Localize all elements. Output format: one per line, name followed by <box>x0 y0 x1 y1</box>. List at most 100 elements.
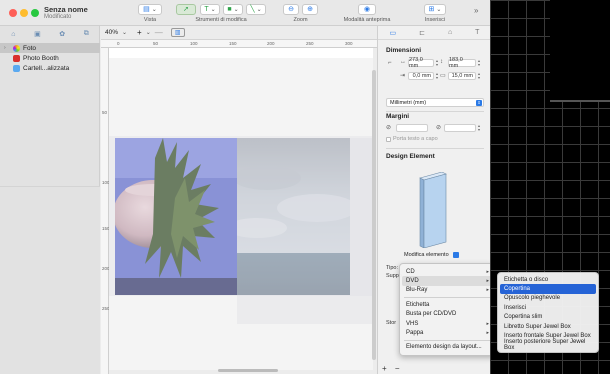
divider <box>386 111 484 112</box>
document-icon[interactable]: ▭ <box>389 29 396 37</box>
vertical-scrollbar[interactable] <box>372 70 376 360</box>
design-element-heading: Design Element <box>386 153 435 160</box>
position-x-icon: ⇥ <box>400 73 406 79</box>
sidebar-list: › Foto Photo Booth Cartell...alizzata <box>0 43 100 73</box>
sidebar-item-foto[interactable]: › Foto <box>0 43 100 53</box>
sidebar-tabs: ⌂ ▣ ✿ ⧉ <box>2 28 98 40</box>
text-icon[interactable]: T <box>475 29 479 36</box>
menu-item-cd[interactable]: CD ▸ <box>402 267 490 276</box>
minimize-window-button[interactable] <box>20 9 28 17</box>
add-page-icon[interactable]: + <box>137 28 142 37</box>
zoom-out-button[interactable]: ⊖ <box>283 4 299 15</box>
zoom-in-button[interactable]: ⊕ <box>302 4 318 15</box>
margin-field-2[interactable] <box>444 124 476 132</box>
select-tool-button[interactable]: ➚ <box>176 4 196 15</box>
toolbar: Senza nome Modificato ▤ ⌄ Vista ➚ T ⌄ ■ … <box>0 0 490 26</box>
chevron-down-icon: ⌄ <box>151 6 157 13</box>
close-window-button[interactable] <box>9 9 17 17</box>
submenu-item-insert[interactable]: Inserisci <box>500 303 596 312</box>
document-title: Senza nome <box>44 5 88 14</box>
add-icon[interactable]: + <box>382 364 387 373</box>
element-overlay <box>237 138 373 324</box>
chevron-right-icon: ▸ <box>486 268 489 275</box>
photos-icon <box>13 44 20 52</box>
element-type-menu: CD ▸ DVD ▸ Blu-Ray ▸ Etichetta Busta per CD… <box>399 263 490 357</box>
units-select[interactable]: Millimetri (mm) ⇕ <box>386 98 484 107</box>
edit-element-checkbox[interactable] <box>452 252 459 258</box>
sidebar-item-label: Photo Booth <box>23 54 59 62</box>
width-icon: ↔ <box>400 59 406 65</box>
submenu-item-folded-booklet[interactable]: Opuscolo pieghevole <box>500 294 596 303</box>
menu-item-etichetta[interactable]: Etichetta <box>402 300 490 309</box>
zoom-level[interactable]: 40% <box>105 29 118 36</box>
lock-icon[interactable]: ⌐ <box>388 60 392 66</box>
height-stepper[interactable]: ▴ ▾ <box>477 59 481 67</box>
zoom-out-icon: ⊖ <box>288 6 294 13</box>
margin-field-1[interactable] <box>396 124 428 132</box>
view-label: Vista <box>143 17 157 23</box>
preview-mode-button[interactable]: ◉ <box>358 4 376 15</box>
sidebar-view-icon: ▤ <box>143 6 150 13</box>
margin-stepper[interactable]: ▴ ▾ <box>477 124 481 132</box>
chevron-right-icon[interactable]: › <box>4 45 10 51</box>
insert-button[interactable]: ⊞ ⌄ <box>424 4 446 15</box>
app-window: Senza nome Modificato ▤ ⌄ Vista ➚ T ⌄ ■ … <box>0 0 490 374</box>
page-layout-icon[interactable]: ▥ <box>170 28 185 37</box>
text-icon: T <box>204 6 209 13</box>
remove-page-icon[interactable]: — <box>155 28 163 37</box>
inspector-tabs: ▭ ⊏ ⌂ T <box>378 26 490 40</box>
wrap-text-row[interactable]: Porta testo a capo <box>386 136 438 142</box>
x-stepper[interactable]: ▴ ▾ <box>435 72 439 80</box>
overflow-chevron-icon[interactable]: » <box>474 6 478 15</box>
stor-label: Stor <box>386 320 397 326</box>
y-stepper[interactable]: ▴ ▾ <box>477 72 481 80</box>
x-field[interactable]: 0,0 mm <box>408 72 434 80</box>
photos-icon[interactable]: ▣ <box>34 30 41 38</box>
wrap-text-checkbox[interactable] <box>386 136 391 142</box>
chevron-down-icon[interactable]: ⌄ <box>122 30 127 36</box>
menu-separator <box>404 339 490 341</box>
layout-icon[interactable]: ⊏ <box>419 29 425 37</box>
menu-item-dvd[interactable]: DVD ▸ <box>402 276 490 286</box>
clipart-icon[interactable]: ✿ <box>59 30 65 38</box>
chevron-down-icon[interactable]: ⌄ <box>146 30 151 36</box>
width-stepper[interactable]: ▴ ▾ <box>435 59 439 67</box>
remove-icon[interactable]: − <box>395 364 400 373</box>
menu-item-pappa[interactable]: Pappa ▸ <box>402 328 490 337</box>
y-field[interactable]: 15,0 mm <box>448 72 476 80</box>
menu-item-design-from-layout[interactable]: Elemento design da layout... <box>402 343 490 352</box>
units-value: Millimetri (mm) <box>390 99 427 106</box>
submenu-item-super-jewel-booklet[interactable]: Libretto Super Jewel Box <box>500 322 596 331</box>
submenu-item-cover[interactable]: Copertina <box>500 284 596 294</box>
sidebar-item-photo-booth[interactable]: Photo Booth <box>0 53 100 63</box>
shape-tool-button[interactable]: ■ ⌄ <box>223 4 243 15</box>
edit-element-row[interactable]: Modifica elemento <box>404 252 459 258</box>
divider <box>386 148 484 149</box>
line-tool-button[interactable]: ╲ ⌄ <box>246 4 266 15</box>
photo-booth-icon <box>13 54 20 62</box>
copy-icon[interactable]: ⧉ <box>84 30 89 38</box>
menu-item-busta[interactable]: Busta per CD/DVD <box>402 310 490 319</box>
view-button[interactable]: ▤ ⌄ <box>138 4 162 15</box>
edit-element-label: Modifica elemento <box>404 252 449 258</box>
preview-mode-label: Modalità anteprima <box>343 17 391 23</box>
submenu-item-label-disc[interactable]: Etichetta o disco <box>500 275 596 284</box>
menu-item-vhs[interactable]: VHS ▸ <box>402 319 490 328</box>
chevron-down-icon: ⌄ <box>256 6 262 13</box>
height-field[interactable]: 183,0 mm <box>448 57 476 69</box>
style-icon[interactable]: ⌂ <box>448 29 452 36</box>
document-canvas[interactable] <box>109 48 373 370</box>
submenu-item-slim-cover[interactable]: Copertina slim <box>500 313 596 322</box>
insert-label: Inserisci <box>424 17 446 23</box>
submenu-item-super-jewel-back[interactable]: Inserto posteriore Super Jewel Box <box>500 339 596 351</box>
menu-item-blu-ray[interactable]: Blu-Ray ▸ <box>402 286 490 295</box>
horizontal-scrollbar[interactable] <box>218 369 278 372</box>
sidebar-preview-area <box>0 186 100 374</box>
zoom-in-icon: ⊕ <box>307 6 313 13</box>
sidebar-item-folder[interactable]: Cartell...alizzata <box>0 63 100 73</box>
zoom-window-button[interactable] <box>31 9 39 17</box>
width-field[interactable]: 273,0 mm <box>408 57 434 69</box>
templates-icon[interactable]: ⌂ <box>11 31 15 38</box>
text-tool-button[interactable]: T ⌄ <box>200 4 220 15</box>
zoom-label: Zoom <box>293 17 308 23</box>
